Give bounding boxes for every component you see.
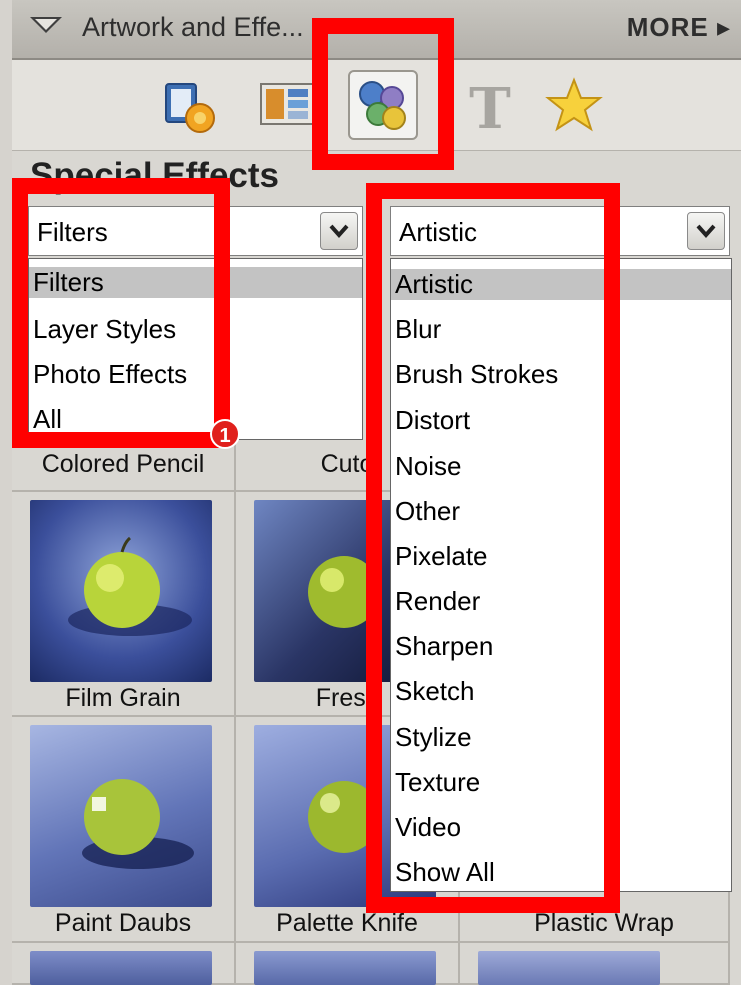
panel-title: Artwork and Effe... xyxy=(82,12,304,42)
effect-type-option[interactable]: Filters xyxy=(29,267,362,298)
panel-title-bar[interactable]: Artwork and Effe... MORE ▸ xyxy=(12,0,741,60)
effect-category-option[interactable]: Noise xyxy=(395,451,461,482)
effect-category-option[interactable]: Show All xyxy=(395,857,495,888)
effect-category-option[interactable]: Distort xyxy=(395,405,470,436)
thumbnail-cell[interactable] xyxy=(460,943,730,985)
thumbnail-label: Plastic Wrap xyxy=(534,909,674,937)
effect-category-option[interactable]: Texture xyxy=(395,767,480,798)
collapse-triangle-icon[interactable] xyxy=(30,17,62,33)
effect-category-option[interactable]: Stylize xyxy=(395,722,472,753)
effect-type-list: Filters Layer Styles Photo Effects All xyxy=(28,258,363,440)
effect-category-option[interactable]: Blur xyxy=(395,314,441,345)
category-toolbar: T xyxy=(12,60,741,151)
film-grain-image xyxy=(30,500,212,682)
effect-category-option[interactable]: Other xyxy=(395,496,460,527)
thumbnail-paint-daubs[interactable]: Paint Daubs xyxy=(12,717,236,943)
chevron-down-icon[interactable] xyxy=(687,212,725,250)
effect-category-value: Artistic xyxy=(399,217,477,247)
thumbnail-image xyxy=(254,951,436,985)
effect-category-list: Artistic Blur Brush Strokes Distort Nois… xyxy=(390,258,732,892)
text-icon[interactable]: T xyxy=(460,76,520,142)
thumbnail-label: Paint Daubs xyxy=(54,909,192,937)
effect-type-option[interactable]: All xyxy=(33,404,62,435)
effect-category-select[interactable]: Artistic xyxy=(390,206,730,256)
more-button[interactable]: MORE ▸ xyxy=(627,12,731,43)
thumbnail-film-grain[interactable]: Film Grain xyxy=(12,492,236,717)
thumbnail-image xyxy=(30,951,212,985)
thumbnail-cell[interactable] xyxy=(12,943,236,985)
effect-category-option[interactable]: Video xyxy=(395,812,461,843)
thumbnail-label: Palette Knife xyxy=(276,909,418,937)
effect-type-value: Filters xyxy=(37,217,108,247)
favorites-icon[interactable] xyxy=(544,76,604,136)
effect-category-option[interactable]: Sketch xyxy=(395,676,475,707)
thumbnail-label: Colored Pencil xyxy=(41,450,205,478)
effect-category-option[interactable]: Sharpen xyxy=(395,631,493,662)
effects-icon[interactable] xyxy=(348,70,418,140)
svg-text:T: T xyxy=(469,76,511,136)
chevron-down-icon[interactable] xyxy=(320,212,358,250)
thumbnail-image xyxy=(478,951,660,985)
thumbnail-colored-pencil[interactable]: Colored Pencil xyxy=(12,440,236,492)
effect-category-option[interactable]: Artistic xyxy=(391,269,731,300)
effect-type-select[interactable]: Filters xyxy=(28,206,363,256)
section-title: Special Effects xyxy=(30,156,279,195)
thumbnail-label: Film Grain xyxy=(65,684,181,712)
step-number-badge: 1 xyxy=(210,419,240,449)
effect-category-option[interactable]: Render xyxy=(395,586,480,617)
effect-category-option[interactable]: Pixelate xyxy=(395,541,488,572)
frames-icon[interactable] xyxy=(160,76,220,136)
effect-type-option[interactable]: Layer Styles xyxy=(33,314,176,345)
thumbnail-cell[interactable] xyxy=(236,943,460,985)
effect-type-option[interactable]: Photo Effects xyxy=(33,359,187,390)
effect-category-option[interactable]: Brush Strokes xyxy=(395,359,558,390)
paint-daubs-image xyxy=(30,725,212,907)
themes-icon[interactable] xyxy=(257,76,317,136)
